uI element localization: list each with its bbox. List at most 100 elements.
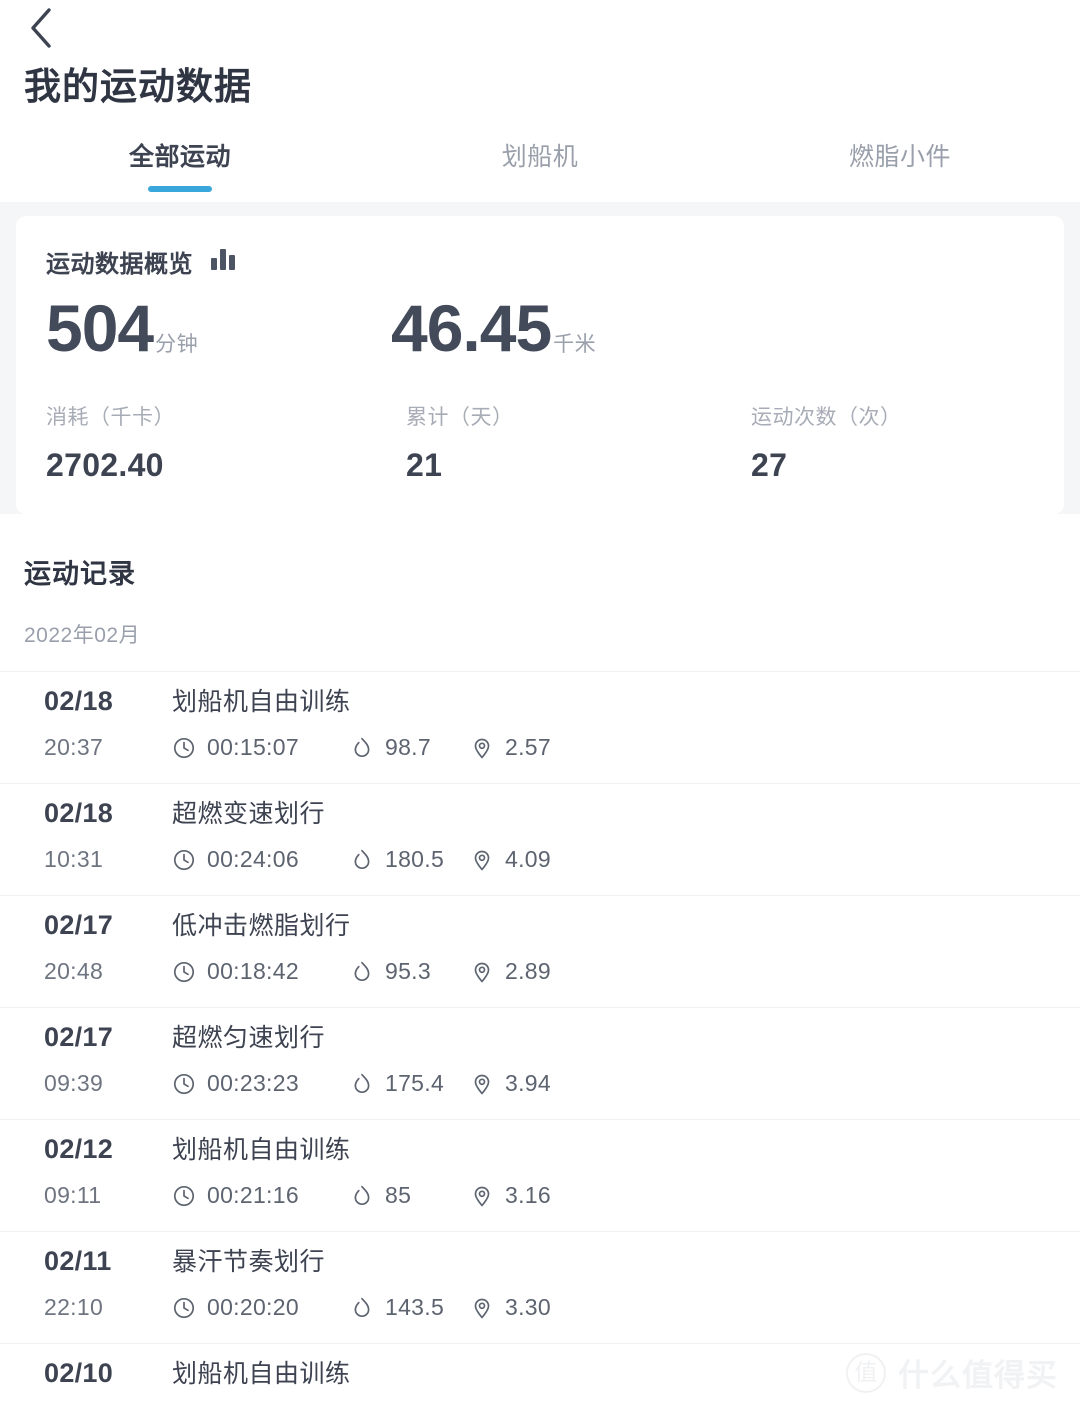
record-calories-value: 85 bbox=[385, 1182, 412, 1209]
record-title: 暴汗节奏划行 bbox=[172, 1248, 326, 1277]
record-duration-metric: 00:15:07 bbox=[172, 734, 350, 761]
record-title: 划船机自由训练 bbox=[172, 1136, 351, 1165]
summary-card-title: 运动数据概览 bbox=[46, 251, 193, 279]
stat-unit: 千米 bbox=[553, 333, 597, 357]
flame-icon bbox=[350, 848, 374, 872]
stat-value: 46.45 bbox=[391, 291, 552, 366]
stat-label: 运动次数（次） bbox=[751, 406, 902, 430]
record-row[interactable]: 02/17 低冲击燃脂划行 20:48 00:18:42 95.3 2.89 bbox=[0, 895, 1080, 1007]
record-time: 10:31 bbox=[44, 846, 104, 873]
records-section-title: 运动记录 bbox=[24, 559, 136, 590]
flame-icon bbox=[350, 1296, 374, 1320]
record-secondary-line: 10:31 00:24:06 180.5 4.09 bbox=[44, 846, 1040, 873]
record-title: 划船机自由训练 bbox=[172, 688, 351, 717]
flame-icon bbox=[350, 1072, 374, 1096]
record-row[interactable]: 02/17 超燃匀速划行 09:39 00:23:23 175.4 3.94 bbox=[0, 1007, 1080, 1119]
record-duration-metric: 00:24:06 bbox=[172, 846, 350, 873]
map-pin-icon bbox=[470, 1296, 494, 1320]
tab-fat-burn-gear[interactable]: 燃脂小件 bbox=[720, 140, 1080, 202]
tab-rowing-machine[interactable]: 划船机 bbox=[360, 140, 720, 202]
record-duration-value: 00:20:20 bbox=[207, 1294, 299, 1321]
map-pin-icon bbox=[470, 960, 494, 984]
record-distance-metric: 3.30 bbox=[470, 1294, 551, 1321]
record-date: 02/12 bbox=[44, 1134, 114, 1165]
map-pin-icon bbox=[470, 1184, 494, 1208]
record-duration-metric: 00:20:20 bbox=[172, 1294, 350, 1321]
stat-session-count: 运动次数（次） 27 bbox=[751, 401, 902, 484]
record-calories-value: 98.7 bbox=[385, 734, 431, 761]
summary-card[interactable]: 运动数据概览 504 分钟 46.45 千米 消耗（千卡） 2702.40 累计… bbox=[16, 216, 1064, 515]
summary-section: 运动数据概览 504 分钟 46.45 千米 消耗（千卡） 2702.40 累计… bbox=[0, 202, 1080, 515]
record-calories-metric: 95.3 bbox=[350, 958, 470, 985]
record-date: 02/18 bbox=[44, 798, 114, 829]
secondary-stats-row: 消耗（千卡） 2702.40 累计（天） 21 运动次数（次） 27 bbox=[46, 401, 1034, 484]
tab-label: 全部运动 bbox=[128, 143, 231, 172]
flame-icon bbox=[350, 736, 374, 760]
bar-chart-icon[interactable] bbox=[209, 246, 237, 277]
record-duration-metric: 00:23:23 bbox=[172, 1070, 350, 1097]
record-time: 09:39 bbox=[44, 1070, 104, 1097]
record-secondary-line: 09:11 00:21:16 85 3.16 bbox=[44, 1182, 1040, 1209]
chevron-left-icon bbox=[28, 7, 54, 49]
record-calories-value: 175.4 bbox=[385, 1070, 445, 1097]
record-time: 22:10 bbox=[44, 1294, 104, 1321]
clock-icon bbox=[172, 1072, 196, 1096]
record-row[interactable]: 02/18 划船机自由训练 20:37 00:15:07 98.7 2.57 bbox=[0, 671, 1080, 783]
record-calories-metric: 180.5 bbox=[350, 846, 470, 873]
record-distance-value: 3.30 bbox=[505, 1294, 551, 1321]
record-distance-metric: 3.94 bbox=[470, 1070, 551, 1097]
record-secondary-line: 20:37 00:15:07 98.7 2.57 bbox=[44, 734, 1040, 761]
record-duration-value: 00:24:06 bbox=[207, 846, 299, 873]
record-primary-line: 02/17 超燃匀速划行 bbox=[44, 1018, 1040, 1054]
map-pin-icon bbox=[470, 1072, 494, 1096]
record-calories-value: 143.5 bbox=[385, 1294, 445, 1321]
record-row[interactable]: 02/10划船机自由训练21:4100:00:100.40.01 bbox=[0, 1343, 1080, 1409]
record-distance-value: 4.09 bbox=[505, 846, 551, 873]
record-primary-line: 02/10 划船机自由训练 bbox=[44, 1354, 1040, 1390]
record-date: 02/11 bbox=[44, 1246, 112, 1277]
stat-duration-minutes: 504 分钟 bbox=[46, 295, 391, 361]
record-date: 02/18 bbox=[44, 686, 114, 717]
record-secondary-line: 22:10 00:20:20 143.5 3.30 bbox=[44, 1294, 1040, 1321]
record-title: 超燃匀速划行 bbox=[172, 1024, 326, 1053]
record-title: 低冲击燃脂划行 bbox=[172, 912, 351, 941]
back-button[interactable] bbox=[18, 5, 64, 51]
record-primary-line: 02/17 低冲击燃脂划行 bbox=[44, 906, 1040, 942]
record-time: 20:48 bbox=[44, 958, 104, 985]
clock-icon bbox=[172, 960, 196, 984]
record-distance-metric: 4.09 bbox=[470, 846, 551, 873]
record-duration-metric: 00:21:16 bbox=[172, 1182, 350, 1209]
record-title: 超燃变速划行 bbox=[172, 800, 326, 829]
record-row[interactable]: 02/11 暴汗节奏划行 22:10 00:20:20 143.5 3.30 bbox=[0, 1231, 1080, 1343]
clock-icon bbox=[172, 1184, 196, 1208]
stat-calories: 消耗（千卡） 2702.40 bbox=[46, 401, 406, 484]
clock-icon bbox=[172, 848, 196, 872]
stat-label: 累计（天） bbox=[406, 406, 514, 430]
flame-icon bbox=[350, 960, 374, 984]
tab-all-sports[interactable]: 全部运动 bbox=[0, 140, 360, 202]
tab-label: 划船机 bbox=[501, 143, 579, 172]
record-primary-line: 02/12 划船机自由训练 bbox=[44, 1130, 1040, 1166]
stat-unit: 分钟 bbox=[155, 333, 199, 357]
record-row[interactable]: 02/18 超燃变速划行 10:31 00:24:06 180.5 4.09 bbox=[0, 783, 1080, 895]
stat-value: 504 bbox=[46, 291, 154, 366]
record-calories-value: 180.5 bbox=[385, 846, 445, 873]
record-primary-line: 02/18 划船机自由训练 bbox=[44, 682, 1040, 718]
record-row[interactable]: 02/12 划船机自由训练 09:11 00:21:16 85 3.16 bbox=[0, 1119, 1080, 1231]
records-month-header: 2022年02月 bbox=[24, 624, 141, 648]
page-title: 我的运动数据 bbox=[24, 66, 252, 107]
stat-distance-km: 46.45 千米 bbox=[391, 295, 596, 361]
record-duration-value: 00:21:16 bbox=[207, 1182, 299, 1209]
record-duration-metric: 00:18:42 bbox=[172, 958, 350, 985]
record-primary-line: 02/18 超燃变速划行 bbox=[44, 794, 1040, 830]
stat-value: 2702.40 bbox=[46, 447, 164, 484]
record-calories-metric: 143.5 bbox=[350, 1294, 470, 1321]
stat-value: 21 bbox=[406, 447, 443, 484]
record-primary-line: 02/11 暴汗节奏划行 bbox=[44, 1242, 1040, 1278]
map-pin-icon bbox=[470, 848, 494, 872]
record-distance-value: 2.89 bbox=[505, 958, 551, 985]
records-list: 02/18 划船机自由训练 20:37 00:15:07 98.7 2.57 02/18 超燃… bbox=[0, 671, 1080, 1409]
record-calories-metric: 175.4 bbox=[350, 1070, 470, 1097]
record-distance-value: 3.94 bbox=[505, 1070, 551, 1097]
record-date: 02/17 bbox=[44, 1022, 114, 1053]
